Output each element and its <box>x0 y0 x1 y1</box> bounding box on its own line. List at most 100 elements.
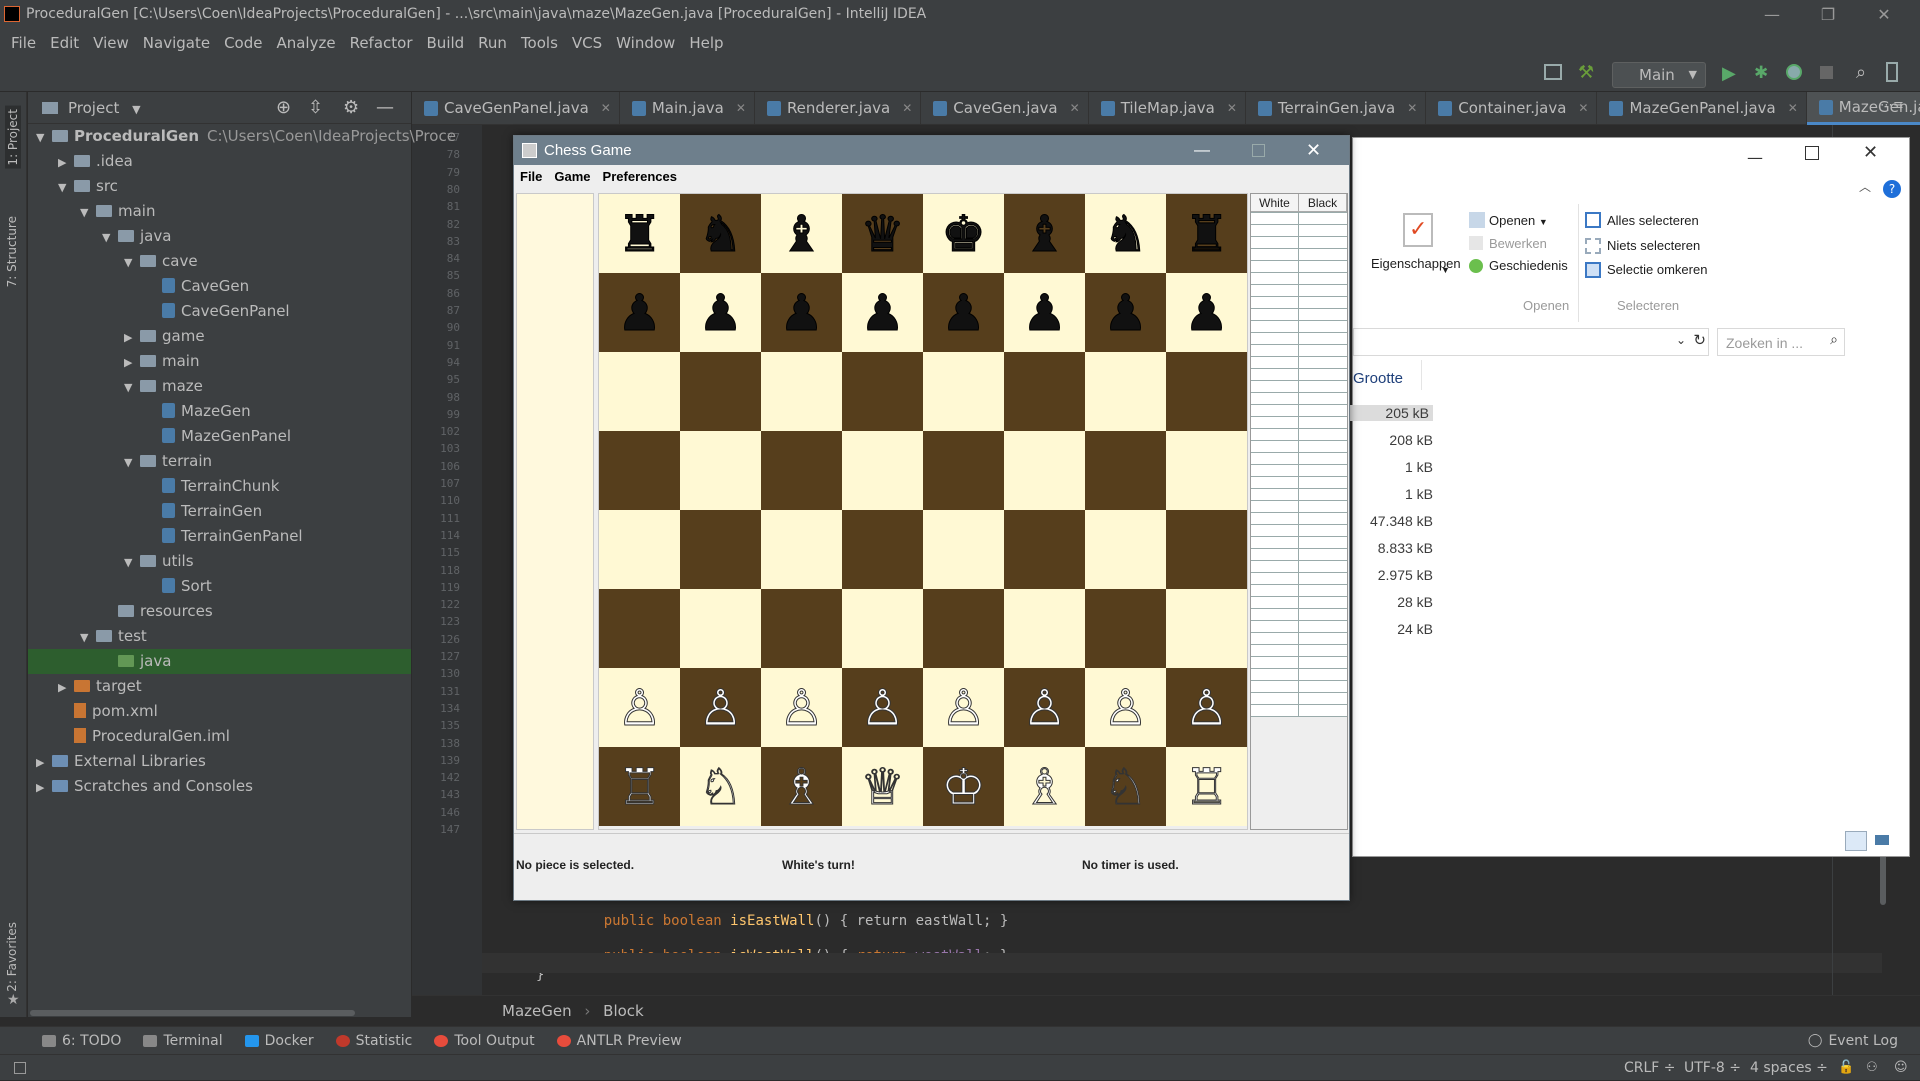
board-square-f2[interactable]: ♙ <box>1004 668 1085 747</box>
collapsed-arrow-icon[interactable]: ▶ <box>36 750 52 775</box>
tree-item[interactable]: TerrainGenPanel <box>28 524 411 549</box>
close-tab-icon[interactable]: ✕ <box>902 92 912 125</box>
chevron-down-icon[interactable]: ⌄ <box>1676 333 1686 347</box>
close-tab-icon[interactable]: ✕ <box>1227 92 1237 125</box>
chess-menu-preferences[interactable]: Preferences <box>597 169 683 184</box>
collapsed-arrow-icon[interactable]: ▶ <box>36 775 52 800</box>
tree-item[interactable]: MazeGenPanel <box>28 424 411 449</box>
inspector-icon[interactable]: ☺ <box>1894 1055 1908 1081</box>
tree-item[interactable]: Sort <box>28 574 411 599</box>
horizontal-scrollbar[interactable] <box>30 1010 355 1016</box>
board-square-f5[interactable] <box>1004 431 1085 510</box>
editor-tab[interactable]: MazeGenPanel.java ✕ <box>1597 92 1807 125</box>
minimize-icon[interactable]: — <box>1747 148 1763 167</box>
line-separator-status[interactable]: CRLF ÷ <box>1624 1055 1676 1081</box>
todo-tool-button[interactable]: 6: TODO <box>42 1033 121 1049</box>
board-square-g7[interactable]: ♟ <box>1085 273 1166 352</box>
tree-item[interactable]: pom.xml <box>28 699 411 724</box>
editor-tab[interactable]: Container.java ✕ <box>1426 92 1598 125</box>
tree-item[interactable]: ▶ game <box>28 324 411 349</box>
close-tab-icon[interactable]: ✕ <box>1578 92 1588 125</box>
board-square-a5[interactable] <box>599 431 680 510</box>
layout-icon[interactable] <box>1544 64 1562 80</box>
close-tab-icon[interactable]: ✕ <box>1788 92 1798 125</box>
board-square-g4[interactable] <box>1085 510 1166 589</box>
board-square-h8[interactable]: ♜ <box>1166 194 1247 273</box>
tab-overflow-icon[interactable]: ⋯≡ <box>1880 98 1904 113</box>
panel-icon[interactable] <box>1886 62 1898 82</box>
docker-tool-button[interactable]: Docker <box>244 1033 314 1049</box>
favorites-tool-tab[interactable]: 2: Favorites <box>5 922 19 992</box>
move-history-rows[interactable] <box>1251 212 1347 717</box>
board-square-g1[interactable]: ♘ <box>1085 747 1166 826</box>
board-square-c3[interactable] <box>761 589 842 668</box>
expanded-arrow-icon[interactable]: ▼ <box>124 375 140 400</box>
debug-icon[interactable]: ✱ <box>1754 63 1768 83</box>
board-square-c2[interactable]: ♙ <box>761 668 842 747</box>
expanded-arrow-icon[interactable]: ▼ <box>124 450 140 475</box>
board-square-e3[interactable] <box>923 589 1004 668</box>
tree-item[interactable]: ▼ maze <box>28 374 411 399</box>
locate-icon[interactable]: ⊕ <box>276 92 291 124</box>
close-tab-icon[interactable]: ✕ <box>601 92 611 125</box>
board-square-d7[interactable]: ♟ <box>842 273 923 352</box>
tree-item[interactable]: ▼ terrain <box>28 449 411 474</box>
tree-item[interactable]: TerrainChunk <box>28 474 411 499</box>
chevron-down-icon[interactable]: ▼ <box>1441 265 1450 275</box>
tree-item[interactable]: ▼ ProceduralGen C:\Users\Coen\IdeaProjects… <box>28 124 456 150</box>
close-tab-icon[interactable]: ✕ <box>736 92 746 125</box>
board-square-g8[interactable]: ♞ <box>1085 194 1166 273</box>
lock-icon[interactable]: 🔓 <box>1838 1055 1854 1081</box>
encoding-status[interactable]: UTF-8 ÷ <box>1684 1055 1741 1081</box>
minimize-icon[interactable]: — <box>1194 136 1210 165</box>
git-icon[interactable]: ⚇ <box>1866 1055 1878 1081</box>
run-icon[interactable]: ▶ <box>1722 63 1736 84</box>
board-square-g5[interactable] <box>1085 431 1166 510</box>
select-none-button[interactable]: Niets selecteren <box>1607 238 1700 253</box>
board-square-e5[interactable] <box>923 431 1004 510</box>
tree-item[interactable]: ▶ Scratches and Consoles <box>28 774 411 799</box>
board-square-a7[interactable]: ♟ <box>599 273 680 352</box>
search-box[interactable]: Zoeken in ... ⌕ <box>1717 328 1845 356</box>
properties-icon[interactable]: ✓ <box>1403 213 1433 247</box>
board-square-f4[interactable] <box>1004 510 1085 589</box>
board-square-a1[interactable]: ♖ <box>599 747 680 826</box>
board-square-c4[interactable] <box>761 510 842 589</box>
board-square-a2[interactable]: ♙ <box>599 668 680 747</box>
expanded-arrow-icon[interactable]: ▼ <box>36 125 52 150</box>
tree-item[interactable]: MazeGen <box>28 399 411 424</box>
minimize-icon[interactable]: — <box>1744 0 1800 29</box>
tree-item[interactable]: TerrainGen <box>28 499 411 524</box>
board-square-d3[interactable] <box>842 589 923 668</box>
tree-item[interactable]: ▼ cave <box>28 249 411 274</box>
status-toggle-icon[interactable] <box>14 1062 26 1074</box>
indent-status[interactable]: 4 spaces ÷ <box>1750 1055 1828 1081</box>
close-tab-icon[interactable]: ✕ <box>1070 92 1080 125</box>
breadcrumb-class[interactable]: MazeGen <box>502 1002 572 1020</box>
tree-item[interactable]: ▼ test <box>28 624 411 649</box>
menu-view[interactable]: View <box>86 34 136 52</box>
help-icon[interactable]: ? <box>1883 180 1901 198</box>
board-square-b1[interactable]: ♘ <box>680 747 761 826</box>
board-square-d5[interactable] <box>842 431 923 510</box>
board-square-c7[interactable]: ♟ <box>761 273 842 352</box>
antlr-preview-button[interactable]: ANTLR Preview <box>556 1033 682 1049</box>
board-square-h3[interactable] <box>1166 589 1247 668</box>
board-square-e7[interactable]: ♟ <box>923 273 1004 352</box>
tree-item[interactable]: ▶ target <box>28 674 411 699</box>
board-square-b7[interactable]: ♟ <box>680 273 761 352</box>
tree-item[interactable]: ▼ utils <box>28 549 411 574</box>
expanded-arrow-icon[interactable]: ▼ <box>58 175 74 200</box>
open-button[interactable]: Openen ▼ <box>1489 213 1548 228</box>
expanded-arrow-icon[interactable]: ▼ <box>80 625 96 650</box>
board-square-f7[interactable]: ♟ <box>1004 273 1085 352</box>
menu-navigate[interactable]: Navigate <box>136 34 217 52</box>
menu-refactor[interactable]: Refactor <box>343 34 420 52</box>
board-square-h4[interactable] <box>1166 510 1247 589</box>
chess-menu-game[interactable]: Game <box>548 169 596 184</box>
chevron-down-icon[interactable]: ▼ <box>132 103 140 116</box>
board-square-b8[interactable]: ♞ <box>680 194 761 273</box>
statistic-tool-button[interactable]: Statistic <box>335 1033 412 1049</box>
board-square-h2[interactable]: ♙ <box>1166 668 1247 747</box>
close-icon[interactable]: ✕ <box>1306 136 1321 165</box>
